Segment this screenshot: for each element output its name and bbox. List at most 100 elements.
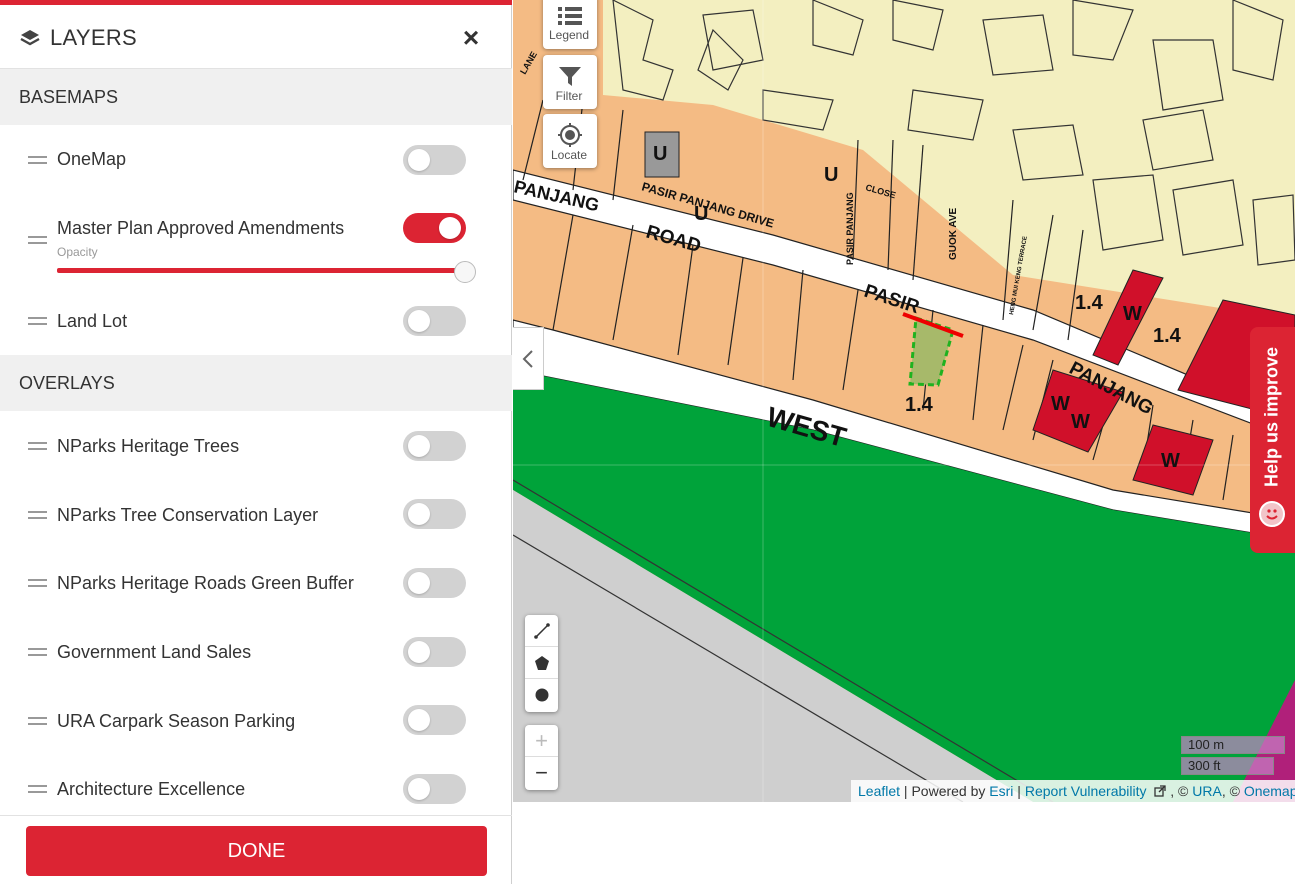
white-zone-label-2: W	[1161, 450, 1180, 472]
plot-ratio-label-3: 1.4	[1153, 325, 1182, 347]
panel-title: LAYERS	[50, 25, 137, 50]
drag-handle-icon[interactable]	[28, 648, 47, 656]
drag-handle-icon[interactable]	[28, 511, 47, 519]
leaflet-link[interactable]: Leaflet	[858, 783, 900, 799]
white-zone-label-3: W	[1051, 393, 1070, 415]
draw-circle-button[interactable]	[525, 679, 558, 711]
toggle-knob	[408, 641, 430, 663]
toggle-knob	[408, 503, 430, 525]
filter-button[interactable]: Filter	[543, 55, 595, 107]
attribution-copyright-sep: , ©	[1166, 783, 1193, 799]
basemaps-heading-label: BASEMAPS	[19, 87, 119, 107]
overlay-label: Architecture Excellence	[57, 779, 246, 799]
overlay-label: Government Land Sales	[57, 642, 252, 662]
map-attribution: Leaflet | Powered by Esri | Report Vulne…	[851, 780, 1295, 802]
report-vulnerability-link[interactable]: Report Vulnerability	[1025, 783, 1147, 799]
toggle-land-lot[interactable]	[403, 306, 466, 336]
legend-button[interactable]: Legend	[543, 0, 595, 46]
zoning-map[interactable]: PANJANG ROAD PASIR PANJANG WEST PASIR PA…	[513, 0, 1295, 802]
attribution-powered-by: | Powered by	[900, 783, 990, 799]
draw-line-button[interactable]	[525, 615, 558, 647]
legend-label: Legend	[548, 28, 590, 42]
opacity-label: Opacity	[57, 245, 98, 259]
toggle-carpark-season[interactable]	[403, 705, 466, 735]
toggle-government-land-sales[interactable]	[403, 637, 466, 667]
zoom-out-button[interactable]: −	[525, 757, 558, 789]
filter-control[interactable]: Filter	[543, 55, 597, 109]
zoom-in-button[interactable]: +	[525, 725, 558, 757]
overlay-row: NParks Tree Conservation Layer	[0, 484, 512, 544]
toggle-knob	[408, 709, 430, 731]
circle-icon	[535, 688, 549, 702]
basemap-row-master-plan: Master Plan Approved Amendments	[0, 198, 512, 288]
overlay-row: NParks Heritage Trees	[0, 416, 512, 476]
drag-handle-icon[interactable]	[28, 717, 47, 725]
opacity-slider-handle[interactable]	[454, 261, 476, 283]
locate-control[interactable]: Locate	[543, 114, 597, 168]
layers-panel: LAYERS × BASEMAPS OneMap Master Plan App…	[0, 0, 512, 884]
utility-label-small-1: U	[694, 203, 708, 225]
opacity-slider[interactable]	[57, 268, 466, 273]
basemap-row-land-lot: Land Lot	[0, 291, 512, 351]
utility-label-small-2: U	[824, 164, 838, 186]
overlays-heading-label: OVERLAYS	[19, 373, 115, 393]
smiley-icon	[1259, 501, 1285, 527]
toggle-heritage-roads[interactable]	[403, 568, 466, 598]
plot-ratio-label-1: 1.4	[905, 394, 934, 416]
esri-link[interactable]: Esri	[989, 783, 1013, 799]
toggle-knob	[408, 435, 430, 457]
basemap-label: Land Lot	[57, 311, 128, 331]
legend-control[interactable]: Legend	[543, 0, 597, 49]
toggle-knob	[439, 217, 461, 239]
basemap-label: OneMap	[57, 149, 127, 169]
basemap-label: Master Plan Approved Amendments	[57, 218, 345, 238]
panel-header: LAYERS ×	[0, 5, 512, 69]
drag-handle-icon[interactable]	[28, 785, 47, 793]
help-us-improve-tab[interactable]: Help us improve	[1250, 327, 1295, 553]
ura-link[interactable]: URA	[1192, 783, 1222, 799]
toggle-knob	[408, 149, 430, 171]
filter-label: Filter	[555, 89, 583, 103]
toggle-onemap[interactable]	[403, 145, 466, 175]
filter-icon	[559, 67, 581, 86]
overlays-heading: OVERLAYS	[0, 355, 512, 411]
locate-button[interactable]: Locate	[543, 114, 595, 166]
white-zone-label-4: W	[1123, 303, 1142, 325]
drag-handle-icon[interactable]	[28, 236, 47, 244]
drag-handle-icon[interactable]	[28, 442, 47, 450]
scale-bar: 100 m 300 ft	[1181, 734, 1285, 778]
app-root: PANJANG ROAD PASIR PANJANG WEST PASIR PA…	[0, 0, 1295, 884]
draw-polygon-button[interactable]	[525, 647, 558, 679]
chevron-left-icon	[522, 350, 533, 368]
overlay-label: URA Carpark Season Parking	[57, 711, 296, 731]
plot-ratio-label-2: 1.4	[1075, 292, 1104, 314]
drag-handle-icon[interactable]	[28, 317, 47, 325]
overlay-row: URA Carpark Season Parking	[0, 690, 512, 750]
close-button[interactable]: ×	[456, 23, 486, 53]
toggle-knob	[408, 778, 430, 800]
toggle-master-plan[interactable]	[403, 213, 466, 243]
white-zone-label-1: W	[1071, 411, 1090, 433]
drag-handle-icon[interactable]	[28, 156, 47, 164]
draw-toolbar[interactable]	[525, 615, 558, 712]
scale-metric: 100 m	[1181, 736, 1285, 754]
collapse-panel-button[interactable]	[513, 327, 544, 390]
road-label-guok-ave: GUOK AVE	[948, 207, 959, 260]
basemap-row-onemap: OneMap	[0, 130, 512, 190]
drag-handle-icon[interactable]	[28, 579, 47, 587]
attribution-separator: |	[1013, 783, 1025, 799]
toggle-heritage-trees[interactable]	[403, 431, 466, 461]
onemap-link[interactable]: Onemap	[1244, 783, 1295, 799]
list-icon	[558, 7, 582, 25]
zoom-control[interactable]: + −	[525, 725, 558, 790]
overlay-label: NParks Tree Conservation Layer	[57, 505, 319, 525]
overlay-label: NParks Heritage Trees	[57, 436, 240, 456]
layers-icon	[20, 30, 40, 46]
done-button[interactable]: DONE	[26, 826, 487, 876]
polygon-icon	[535, 656, 549, 670]
toggle-architecture-excellence[interactable]	[403, 774, 466, 804]
toggle-tree-conservation[interactable]	[403, 499, 466, 529]
overlay-row: Government Land Sales	[0, 621, 512, 681]
road-label-lane: LANE	[518, 50, 539, 76]
map-canvas[interactable]: PANJANG ROAD PASIR PANJANG WEST PASIR PA…	[513, 0, 1295, 802]
